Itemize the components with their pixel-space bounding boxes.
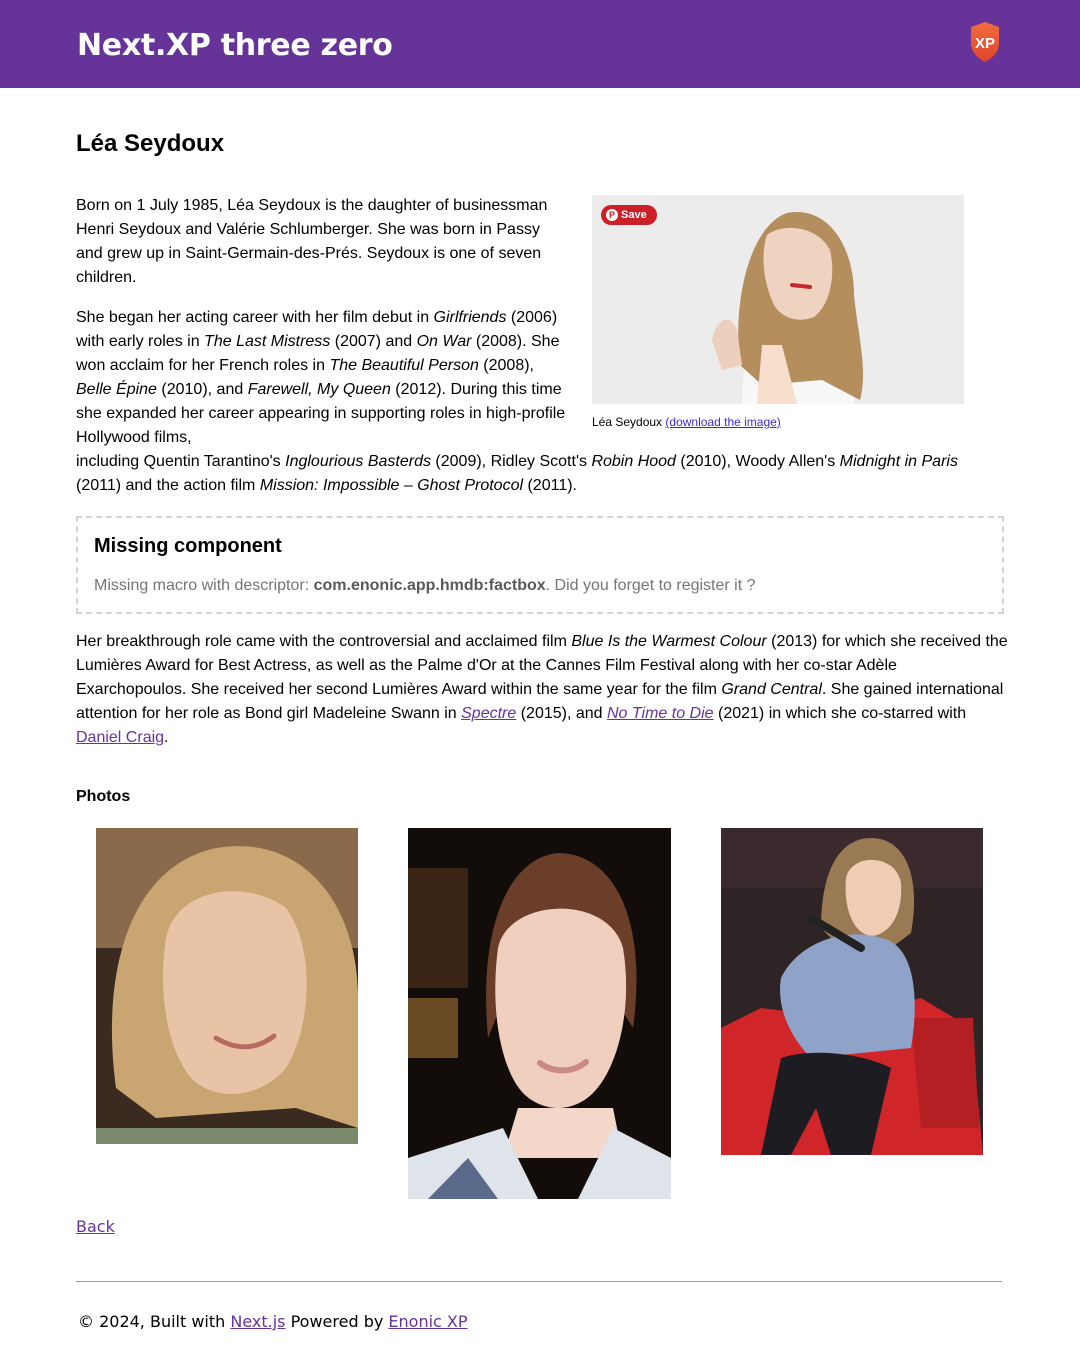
logo-text: XP [975,35,995,52]
text-run: She began her acting career with her fil… [76,309,434,326]
text-run: (2015), and [516,705,607,722]
film-title: Blue Is the Warmest Colour [571,633,767,650]
text-run: (2010), and [156,381,248,398]
enonic-xp-logo-icon[interactable]: XP [969,21,1001,63]
footer-text: Powered by [285,1312,389,1331]
film-title: Girlfriends [433,309,507,326]
image-caption: Léa Seydoux (download the image) [592,414,964,430]
site-title-link[interactable]: Next.XP three zero [77,26,393,66]
download-image-link[interactable]: (download the image) [665,415,780,429]
enonic-xp-link[interactable]: Enonic XP [388,1312,467,1331]
text-run: (2021) in which she co-starred with [713,705,967,722]
film-title: Grand Central [721,681,822,698]
no-time-to-die-link-text: No Time to Die [607,705,714,722]
page-title: Léa Seydoux [76,130,225,157]
message-text: Missing macro with descriptor: [94,577,314,594]
site-header: Next.XP three zero XP [0,0,1080,88]
spectre-link[interactable]: Spectre [461,705,516,722]
photo-thumbnail-2[interactable] [408,828,671,1199]
film-title: Mission: Impossible – Ghost Protocol [259,477,524,494]
spectre-link-text: Spectre [461,705,517,722]
footer-text: © 2024, Built with [78,1312,231,1331]
macro-descriptor: com.enonic.app.hmdb:factbox [313,577,546,594]
photos-heading: Photos [76,788,131,805]
daniel-craig-link[interactable]: Daniel Craig [76,729,164,746]
footer-divider [76,1281,1002,1282]
photo-thumbnail-3[interactable] [721,828,983,1155]
career-paragraph: She began her acting career with her fil… [76,306,566,450]
film-title: Inglourious Basterds [285,453,431,470]
portrait-image[interactable] [592,195,964,404]
caption-text: Léa Seydoux [592,415,663,429]
back-link[interactable]: Back [76,1216,115,1238]
career-paragraph-continued: including Quentin Tarantino's Inglouriou… [76,450,976,498]
text-run: (2009), Ridley Scott's [430,453,592,470]
film-title: Midnight in Paris [839,453,958,470]
film-title: The Beautiful Person [329,357,479,374]
film-title: Robin Hood [591,453,676,470]
photo-thumbnail-1[interactable] [96,828,358,1144]
film-title: The Last Mistress [204,333,331,350]
breakthrough-paragraph: Her breakthrough role came with the cont… [76,630,1011,750]
text-run: including Quentin Tarantino's [76,453,286,470]
save-label: Save [621,209,647,221]
pinterest-save-button[interactable]: P Save [601,205,657,225]
missing-component-message: Missing macro with descriptor: com.enoni… [94,574,756,598]
message-text: . Did you forget to register it ? [545,577,756,594]
intro-text: Born on 1 July 1985, Léa Seydoux is the … [76,197,548,286]
nextjs-link[interactable]: Next.js [230,1312,285,1331]
missing-component-box: Missing component Missing macro with des… [76,516,1004,614]
pinterest-icon: P [606,209,618,221]
film-title: Belle Épine [76,381,157,398]
text-run: (2008), [478,357,534,374]
text-run: (2011) and the action film [76,477,260,494]
intro-paragraph: Born on 1 July 1985, Léa Seydoux is the … [76,194,566,290]
text-run: (2010), Woody Allen's [675,453,840,470]
text-run: (2007) and [330,333,417,350]
text-run: Her breakthrough role came with the cont… [76,633,572,650]
portrait-figure: P Save Léa Seydoux (download the image) [592,195,964,430]
text-run: . [164,729,169,746]
film-title: On War [416,333,472,350]
site-footer: © 2024, Built with Next.js Powered by En… [78,1311,468,1333]
no-time-to-die-link[interactable]: No Time to Die [607,705,714,722]
missing-component-title: Missing component [94,535,282,557]
text-run: (2011). [523,477,577,494]
film-title: Farewell, My Queen [247,381,391,398]
